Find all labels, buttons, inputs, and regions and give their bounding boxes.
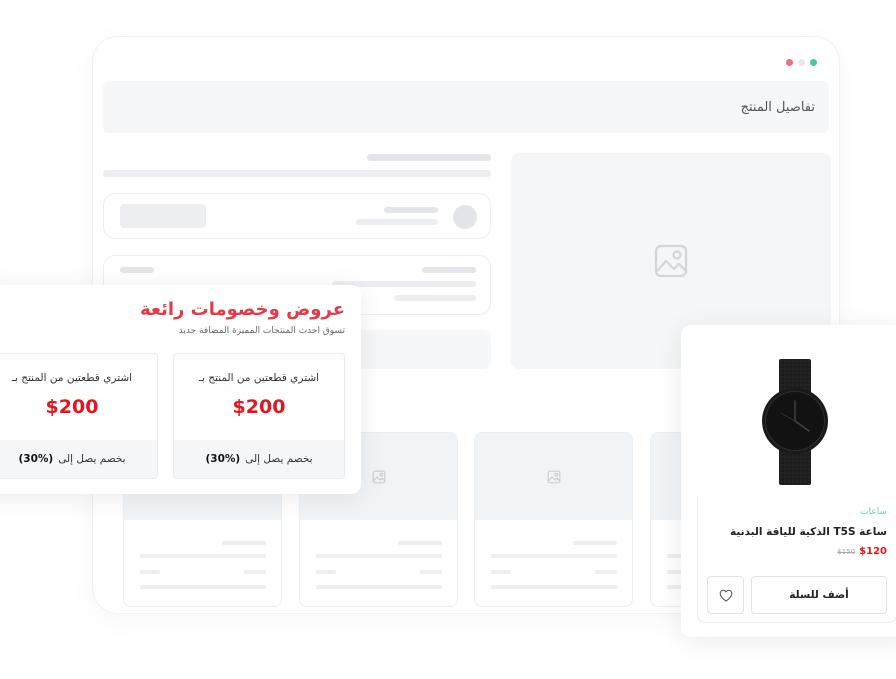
deal-discount-label: بخصم يصل إلى: [58, 453, 126, 465]
window-dot-green[interactable]: [810, 59, 817, 66]
deal-card[interactable]: اشتري قطعتين من المنتج بـ $200 بخصم يصل …: [173, 353, 345, 479]
offers-subtitle: تسوق احدث المنتجات المميزة المضافة جديد: [178, 326, 345, 336]
skeleton-option-box: [103, 193, 491, 239]
watch-image[interactable]: [747, 355, 843, 487]
product-name[interactable]: ساعة T5S الذكية للياقة البدنية: [730, 526, 887, 538]
offers-title: عروض وخصومات رائعة: [140, 299, 345, 320]
image-placeholder-icon: [372, 470, 385, 483]
deal-card[interactable]: اشتري قطعتين من المنتج بـ $200 بخصم يصل …: [0, 353, 158, 479]
deal-discount-value: (30%): [18, 453, 54, 465]
deal-discount-value: (30%): [205, 453, 241, 465]
deal-text: اشتري قطعتين من المنتج بـ: [11, 372, 133, 384]
deal-discount: بخصم يصل إلى (30%): [174, 440, 344, 478]
page-title: تفاصيل المنتج: [740, 99, 815, 115]
skeleton-line: [356, 219, 438, 225]
deal-discount-label: بخصم يصل إلى: [245, 453, 313, 465]
add-to-cart-button[interactable]: أضف للسلة: [751, 576, 887, 614]
image-placeholder-icon: [654, 244, 688, 278]
product-card[interactable]: ساعات ساعة T5S الذكية للياقة البدنية $12…: [681, 325, 896, 637]
wishlist-button[interactable]: [707, 576, 744, 614]
product-prices: $120 $150: [837, 546, 887, 557]
offers-card: عروض وخصومات رائعة تسوق احدث المنتجات ال…: [0, 285, 361, 494]
heart-icon: [719, 589, 732, 602]
product-old-price: $150: [837, 548, 856, 556]
deal-price: $200: [232, 396, 286, 418]
deal-discount: بخصم يصل إلى (30%): [0, 440, 157, 478]
skeleton-button: [120, 204, 206, 228]
skeleton-line: [120, 267, 154, 273]
skeleton-line: [422, 267, 476, 273]
product-price: $120: [859, 546, 887, 557]
skeleton-line: [367, 154, 491, 161]
skeleton-line: [384, 207, 438, 213]
deal-price: $200: [45, 396, 99, 418]
deal-text: اشتري قطعتين من المنتج بـ: [198, 372, 320, 384]
window-dot-red[interactable]: [786, 59, 793, 66]
related-product-card: [474, 432, 633, 607]
skeleton-avatar: [453, 205, 477, 229]
window-controls: [786, 59, 817, 66]
skeleton-line: [103, 170, 491, 177]
page-header: تفاصيل المنتج: [103, 81, 829, 133]
window-dot-grey[interactable]: [798, 59, 805, 66]
image-placeholder-icon: [547, 470, 560, 483]
skeleton-line: [394, 295, 476, 301]
product-category[interactable]: ساعات: [860, 507, 887, 517]
